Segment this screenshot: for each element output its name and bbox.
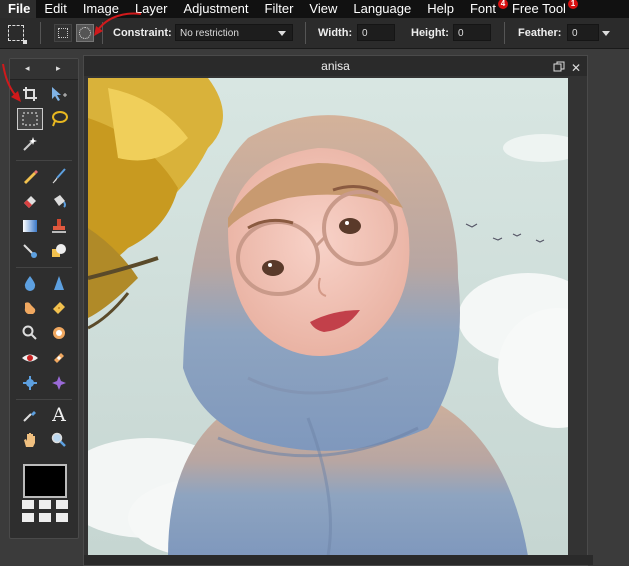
text-tool-icon[interactable]: A <box>46 404 72 426</box>
shape-tool-icon[interactable] <box>46 240 72 262</box>
rectangle-select-tool-icon[interactable] <box>17 108 43 130</box>
sponge-tool-icon[interactable] <box>46 297 72 319</box>
color-replace-tool-icon[interactable] <box>17 240 43 262</box>
pinch-tool-icon[interactable] <box>17 372 43 394</box>
magic-wand-tool-icon[interactable] <box>17 133 43 155</box>
feather-chevron-down-icon[interactable] <box>602 31 610 36</box>
smudge-tool-icon[interactable] <box>17 297 43 319</box>
height-label: Height: <box>411 27 449 39</box>
collapse-right-icon[interactable]: ▸ <box>56 63 61 74</box>
free-tool-count-badge: 1 <box>567 0 578 9</box>
mini-swatch[interactable] <box>56 500 68 509</box>
menu-view[interactable]: View <box>301 0 345 18</box>
menu-font[interactable]: Font 4 <box>462 0 508 18</box>
menu-file[interactable]: File <box>0 0 37 18</box>
menu-view-label: View <box>309 1 338 16</box>
swatch-grid[interactable] <box>22 500 68 522</box>
menu-adjustment[interactable]: Adjustment <box>175 0 256 18</box>
menu-edit[interactable]: Edit <box>36 0 74 18</box>
menu-help-label: Help <box>427 1 454 16</box>
menu-free-tool[interactable]: Free Tool 1 <box>504 0 578 18</box>
gradient-tool-icon[interactable] <box>17 215 43 237</box>
hand-tool-icon[interactable] <box>17 429 43 451</box>
feather-input[interactable]: 0 <box>567 24 599 41</box>
move-tool-icon[interactable] <box>46 83 72 105</box>
clone-stamp-tool-icon[interactable] <box>46 215 72 237</box>
lasso-tool-icon[interactable] <box>46 108 72 130</box>
restore-window-icon[interactable] <box>553 58 565 79</box>
mini-swatch[interactable] <box>39 513 51 522</box>
pencil-tool-icon[interactable] <box>17 165 43 187</box>
menu-free-tool-label: Free Tool <box>511 1 566 16</box>
menu-filter[interactable]: Filter <box>257 0 302 18</box>
menu-language-label: Language <box>353 1 412 16</box>
toolbox-divider <box>16 399 72 400</box>
mini-swatch[interactable] <box>22 513 34 522</box>
menu-font-label: Font <box>469 1 496 16</box>
chevron-down-icon <box>278 31 286 36</box>
constraint-value: No restriction <box>180 28 239 39</box>
menu-file-label: File <box>8 1 31 16</box>
red-eye-tool-icon[interactable] <box>17 347 43 369</box>
magnifier-tool-icon[interactable] <box>46 429 72 451</box>
mini-swatch[interactable] <box>22 500 34 509</box>
blur-tool-icon[interactable] <box>17 272 43 294</box>
menu-language[interactable]: Language <box>345 0 419 18</box>
sharpen-tool-icon[interactable] <box>46 272 72 294</box>
width-label: Width: <box>318 27 353 39</box>
width-input[interactable]: 0 <box>357 24 395 41</box>
foreground-color-swatch[interactable] <box>23 464 67 498</box>
options-divider <box>40 22 41 44</box>
options-divider <box>305 22 306 44</box>
toolbox-divider <box>16 160 72 161</box>
marquee-tool-icon <box>8 25 27 44</box>
menu-edit-label: Edit <box>44 1 67 16</box>
annotation-arrow-left <box>2 63 21 102</box>
dodge-tool-icon[interactable] <box>46 322 72 344</box>
menu-adjustment-label: Adjustment <box>183 1 249 16</box>
bandage-tool-icon[interactable] <box>46 347 72 369</box>
height-value: 0 <box>458 28 464 39</box>
image-canvas[interactable] <box>88 78 568 556</box>
constraint-select[interactable]: No restriction <box>175 24 293 41</box>
feather-label: Feather: <box>518 27 562 39</box>
document-titlebar[interactable]: anisa ✕ <box>84 56 587 76</box>
toolbox-panel: ◂ ▸ A <box>9 58 79 539</box>
rectangle-mode-button[interactable] <box>54 24 72 42</box>
options-divider <box>504 22 505 44</box>
width-value: 0 <box>362 28 368 39</box>
annotation-arrow-top <box>94 12 142 36</box>
bloat-tool-icon[interactable] <box>46 372 72 394</box>
menu-filter-label: Filter <box>264 1 294 16</box>
brush-tool-icon[interactable] <box>46 165 72 187</box>
zoom-tool-icon[interactable] <box>17 322 43 344</box>
menu-help[interactable]: Help <box>419 0 462 18</box>
eyedropper-tool-icon[interactable] <box>17 404 43 426</box>
portrait-illustration <box>88 78 568 556</box>
mini-swatch[interactable] <box>39 500 51 509</box>
document-title: anisa <box>321 59 350 73</box>
toolbox-divider <box>16 267 72 268</box>
mini-swatch[interactable] <box>56 513 68 522</box>
close-icon[interactable]: ✕ <box>571 58 581 78</box>
paint-bucket-tool-icon[interactable] <box>46 190 72 212</box>
feather-value: 0 <box>572 28 578 39</box>
eraser-tool-icon[interactable] <box>17 190 43 212</box>
document-window: anisa ✕ <box>83 55 593 566</box>
height-input[interactable]: 0 <box>453 24 491 41</box>
